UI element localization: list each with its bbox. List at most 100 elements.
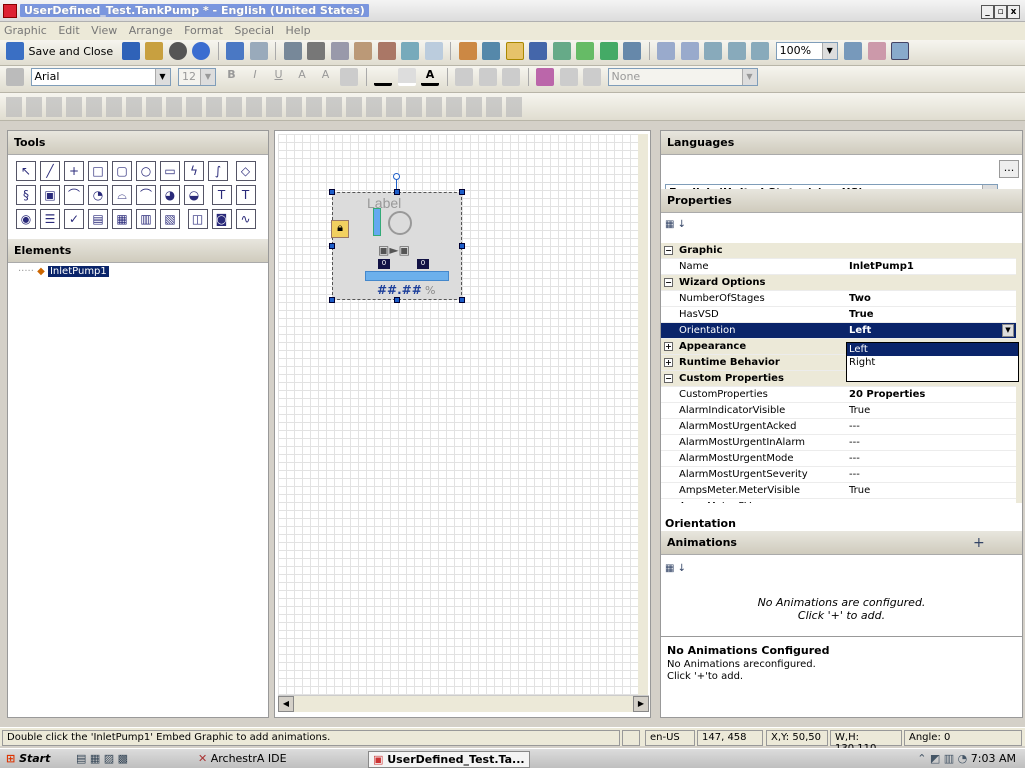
window-titlebar[interactable]: UserDefined_Test.TankPump * - English (U… xyxy=(0,0,1025,22)
resize-handle[interactable] xyxy=(329,189,335,195)
arrange-tools-icon[interactable] xyxy=(6,97,526,117)
save-disk-icon[interactable] xyxy=(121,42,140,60)
ungroup-icon[interactable] xyxy=(424,42,443,60)
chevron-down-icon[interactable]: ▼ xyxy=(1002,324,1014,337)
script-icon[interactable] xyxy=(623,42,642,60)
menu-special[interactable]: Special xyxy=(230,22,278,39)
tree-icon[interactable] xyxy=(576,42,595,60)
textbox-icon[interactable]: T xyxy=(235,185,256,205)
effect-icon[interactable] xyxy=(583,68,601,86)
checkbox-icon[interactable] xyxy=(599,42,618,60)
close-button[interactable]: x xyxy=(1007,5,1020,19)
horizontal-scrollbar[interactable]: ◀ ▶ xyxy=(278,695,649,712)
dropdown-option-right[interactable]: Right xyxy=(847,356,1018,369)
transparency-icon[interactable] xyxy=(559,68,578,86)
menu-arrange[interactable]: Arrange xyxy=(125,22,177,39)
record-icon[interactable] xyxy=(168,42,187,60)
property-value[interactable]: True xyxy=(849,405,870,416)
tray-icons[interactable]: ⌃ ◩ ▥ ◔ xyxy=(917,752,967,765)
style-combo[interactable]: None ▼ xyxy=(607,68,758,86)
underline-icon[interactable]: U xyxy=(270,68,288,86)
chord-icon[interactable]: ⌓ xyxy=(112,185,132,205)
menu-graphic[interactable]: Graphic xyxy=(0,22,51,39)
grid-icon[interactable] xyxy=(891,42,910,60)
element-item-inletpump1[interactable]: InletPump1 xyxy=(47,266,109,277)
menu-view[interactable]: View xyxy=(87,22,121,39)
add-animation-button[interactable]: + xyxy=(973,535,985,551)
image-tool-icon[interactable]: ▣ xyxy=(40,185,60,205)
pointer-icon[interactable]: ↖ xyxy=(16,161,36,181)
text-align-icon[interactable] xyxy=(340,68,358,86)
property-row[interactable]: AlarmMostUrgentAcked --- xyxy=(661,419,1018,435)
line-style-icon[interactable] xyxy=(478,68,497,86)
maximize-button[interactable]: ▫ xyxy=(994,5,1007,19)
scroll-left-icon[interactable]: ◀ xyxy=(278,696,294,712)
menu-edit[interactable]: Edit xyxy=(54,22,83,39)
start-button[interactable]: ⊞ Start xyxy=(2,751,54,768)
property-row[interactable]: Name InletPump1 xyxy=(661,259,1018,275)
resize-handle[interactable] xyxy=(329,297,335,303)
menu-format[interactable]: Format xyxy=(180,22,227,39)
rect-3d-icon[interactable]: ▭ xyxy=(160,161,180,181)
closed-curve-icon[interactable]: § xyxy=(16,185,36,205)
minimize-button[interactable]: _ xyxy=(981,5,994,19)
arc2-icon[interactable]: ⌒ xyxy=(136,185,156,205)
pan-icon[interactable] xyxy=(844,42,863,60)
line-tool-icon[interactable]: ╱ xyxy=(40,161,60,181)
undo-icon[interactable] xyxy=(226,42,245,60)
font-combo[interactable]: Arial ▼ xyxy=(30,68,171,86)
line-weight-icon[interactable] xyxy=(455,68,473,86)
redo-icon[interactable] xyxy=(249,42,268,60)
hand-icon[interactable] xyxy=(867,42,886,60)
animation-sort-icons[interactable]: ▦ ↓ xyxy=(665,563,705,581)
style-icon[interactable] xyxy=(536,68,554,86)
expand-icon[interactable]: + xyxy=(664,342,673,351)
text-color-icon[interactable]: A xyxy=(421,68,439,86)
combo-tool-icon[interactable]: ▥ xyxy=(136,209,156,229)
zoom-out-icon[interactable] xyxy=(680,42,699,60)
menu-help[interactable]: Help xyxy=(282,22,315,39)
link-icon[interactable] xyxy=(458,42,477,60)
resize-handle[interactable] xyxy=(394,297,400,303)
arc-icon[interactable]: ⌒ xyxy=(64,185,84,205)
paste-icon[interactable] xyxy=(354,42,373,60)
property-row[interactable]: CustomProperties 20 Properties xyxy=(661,387,1018,403)
property-value[interactable]: Left xyxy=(849,325,871,336)
trend-icon[interactable]: ∿ xyxy=(235,209,256,229)
sort-icons[interactable]: ▦ ↓ xyxy=(665,219,705,237)
collapse-icon[interactable]: − xyxy=(664,374,673,383)
font-shrink-icon[interactable]: A xyxy=(317,68,335,86)
taskbar-app-editor[interactable]: ▣ UserDefined_Test.Ta... xyxy=(368,751,530,768)
line-color-icon[interactable] xyxy=(374,68,392,86)
copy-icon[interactable] xyxy=(330,42,349,60)
property-value[interactable]: --- xyxy=(849,453,860,464)
animation-icon[interactable] xyxy=(529,42,548,60)
zoom-in-icon[interactable] xyxy=(657,42,676,60)
property-value[interactable]: InletPump1 xyxy=(849,261,914,272)
expand-icon[interactable]: + xyxy=(664,358,673,367)
bold-icon[interactable]: B xyxy=(223,68,241,86)
scroll-right-icon[interactable]: ▶ xyxy=(633,696,649,712)
line-ends-icon[interactable] xyxy=(502,68,520,86)
resize-handle[interactable] xyxy=(329,243,335,249)
property-row[interactable]: HasVSD True xyxy=(661,307,1018,323)
fit-height-icon[interactable] xyxy=(751,42,770,60)
property-row[interactable]: NumberOfStages Two xyxy=(661,291,1018,307)
polyline-icon[interactable]: ϟ xyxy=(184,161,204,181)
snap-icon[interactable] xyxy=(505,42,524,60)
canvas-area[interactable]: Label 🔒︎ ▣►▣ 0 0 ##.## % ◀ ▶ xyxy=(274,130,651,718)
inlet-pump-graphic[interactable]: Label 🔒︎ ▣►▣ 0 0 ##.## % xyxy=(329,173,465,303)
zoom-combo[interactable]: 100% ▼ xyxy=(775,42,838,60)
rectangle-icon[interactable]: □ xyxy=(88,161,108,181)
property-value[interactable]: --- xyxy=(849,469,860,480)
anchor-icon[interactable] xyxy=(482,42,501,60)
fill-color-icon[interactable] xyxy=(397,68,416,86)
property-row[interactable]: AmpsMeter.MeterVisible True xyxy=(661,483,1018,499)
property-row[interactable]: AlarmMostUrgentInAlarm --- xyxy=(661,435,1018,451)
resize-handle[interactable] xyxy=(459,243,465,249)
curve-icon[interactable]: ∫ xyxy=(208,161,228,181)
select-icon[interactable] xyxy=(283,42,302,60)
property-section[interactable]: − Wizard Options xyxy=(661,275,1018,291)
save-icon[interactable] xyxy=(6,42,24,60)
font-grow-icon[interactable]: A xyxy=(293,68,311,86)
